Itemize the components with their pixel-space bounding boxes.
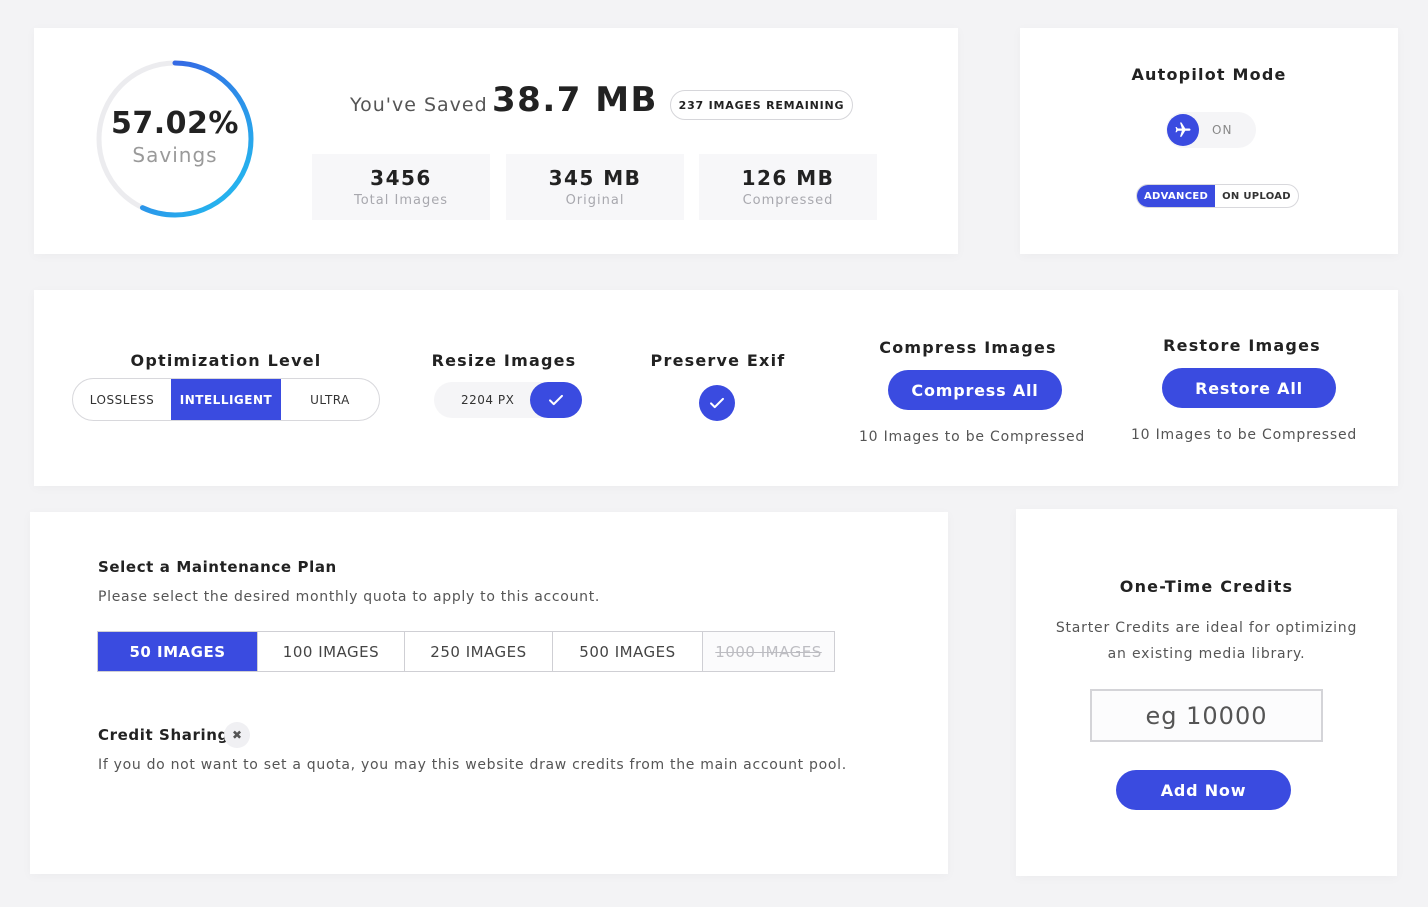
savings-percent-label: Savings	[132, 142, 218, 167]
savings-ring-text: 57.02% Savings	[94, 58, 256, 220]
credits-amount-input[interactable]	[1090, 689, 1323, 742]
stat-value: 345 MB	[548, 166, 642, 190]
compress-all-button[interactable]: Compress All	[888, 370, 1062, 410]
plan-option-250[interactable]: 250 IMAGES	[405, 632, 553, 671]
resize-images-title: Resize Images	[431, 351, 577, 370]
credit-sharing-title: Credit Sharing	[98, 726, 229, 744]
stat-label: Total Images	[354, 193, 448, 208]
credits-description: Starter Credits are ideal for optimizing…	[1055, 620, 1358, 662]
credits-title: One-Time Credits	[1119, 577, 1294, 596]
close-icon[interactable]: ✖	[224, 722, 250, 748]
autopilot-title: Autopilot Mode	[1131, 65, 1287, 84]
one-time-credits-card: One-Time Credits Starter Credits are ide…	[1016, 509, 1397, 876]
stat-label: Compressed	[742, 193, 834, 208]
level-ultra[interactable]: ULTRA	[281, 379, 379, 420]
restore-note: 10 Images to be Compressed	[1130, 427, 1358, 443]
credit-sharing-description: If you do not want to set a quota, you m…	[98, 757, 847, 773]
autopilot-card: Autopilot Mode ON ADVANCED ON UPLOAD	[1020, 28, 1398, 254]
plan-option-50[interactable]: 50 IMAGES	[98, 632, 258, 671]
plan-title: Select a Maintenance Plan	[98, 558, 337, 576]
plan-quota-selector: 50 IMAGES 100 IMAGES 250 IMAGES 500 IMAG…	[97, 631, 835, 672]
optimization-level-selector: LOSSLESS INTELLIGENT ULTRA	[72, 378, 380, 421]
preserve-exif-title: Preserve Exif	[650, 351, 786, 370]
resize-toggle-check-icon[interactable]	[530, 382, 582, 418]
stat-total-images: 3456 Total Images	[312, 154, 490, 220]
compress-note: 10 Images to be Compressed	[858, 429, 1086, 445]
autopilot-toggle-label: ON	[1212, 123, 1233, 137]
savings-card: 57.02% Savings You've Saved 38.7 MB 237 …	[34, 28, 958, 254]
optimization-level-title: Optimization Level	[130, 351, 322, 370]
saved-label: You've Saved	[350, 94, 488, 116]
saved-value: 38.7 MB	[492, 80, 658, 120]
savings-percent: 57.02%	[111, 105, 239, 141]
segment-advanced[interactable]: ADVANCED	[1137, 185, 1216, 207]
plan-description: Please select the desired monthly quota …	[98, 589, 601, 605]
restore-all-button[interactable]: Restore All	[1162, 368, 1336, 408]
add-now-button[interactable]: Add Now	[1116, 770, 1291, 810]
stat-original: 345 MB Original	[506, 154, 684, 220]
segment-on-upload[interactable]: ON UPLOAD	[1215, 185, 1298, 207]
stat-label: Original	[565, 193, 625, 208]
autopilot-toggle[interactable]: ON	[1166, 112, 1256, 148]
preserve-exif-check-icon[interactable]	[699, 385, 735, 421]
stat-value: 3456	[370, 166, 432, 190]
stat-value: 126 MB	[741, 166, 835, 190]
autopilot-mode-selector: ADVANCED ON UPLOAD	[1136, 184, 1299, 208]
images-remaining-badge: 237 IMAGES REMAINING	[670, 90, 853, 120]
airplane-icon	[1167, 114, 1199, 146]
settings-card: Optimization Level LOSSLESS INTELLIGENT …	[34, 290, 1398, 486]
plan-option-500[interactable]: 500 IMAGES	[553, 632, 703, 671]
compress-images-title: Compress Images	[879, 338, 1057, 357]
restore-images-title: Restore Images	[1163, 336, 1321, 355]
plan-option-100[interactable]: 100 IMAGES	[258, 632, 405, 671]
resize-value[interactable]: 2204 PX	[461, 393, 514, 407]
resize-images-control: 2204 PX	[434, 382, 582, 418]
maintenance-plan-card: Select a Maintenance Plan Please select …	[30, 512, 948, 874]
stat-compressed: 126 MB Compressed	[699, 154, 877, 220]
level-intelligent[interactable]: INTELLIGENT	[171, 379, 281, 420]
level-lossless[interactable]: LOSSLESS	[73, 379, 171, 420]
plan-option-1000: 1000 IMAGES	[703, 632, 834, 671]
